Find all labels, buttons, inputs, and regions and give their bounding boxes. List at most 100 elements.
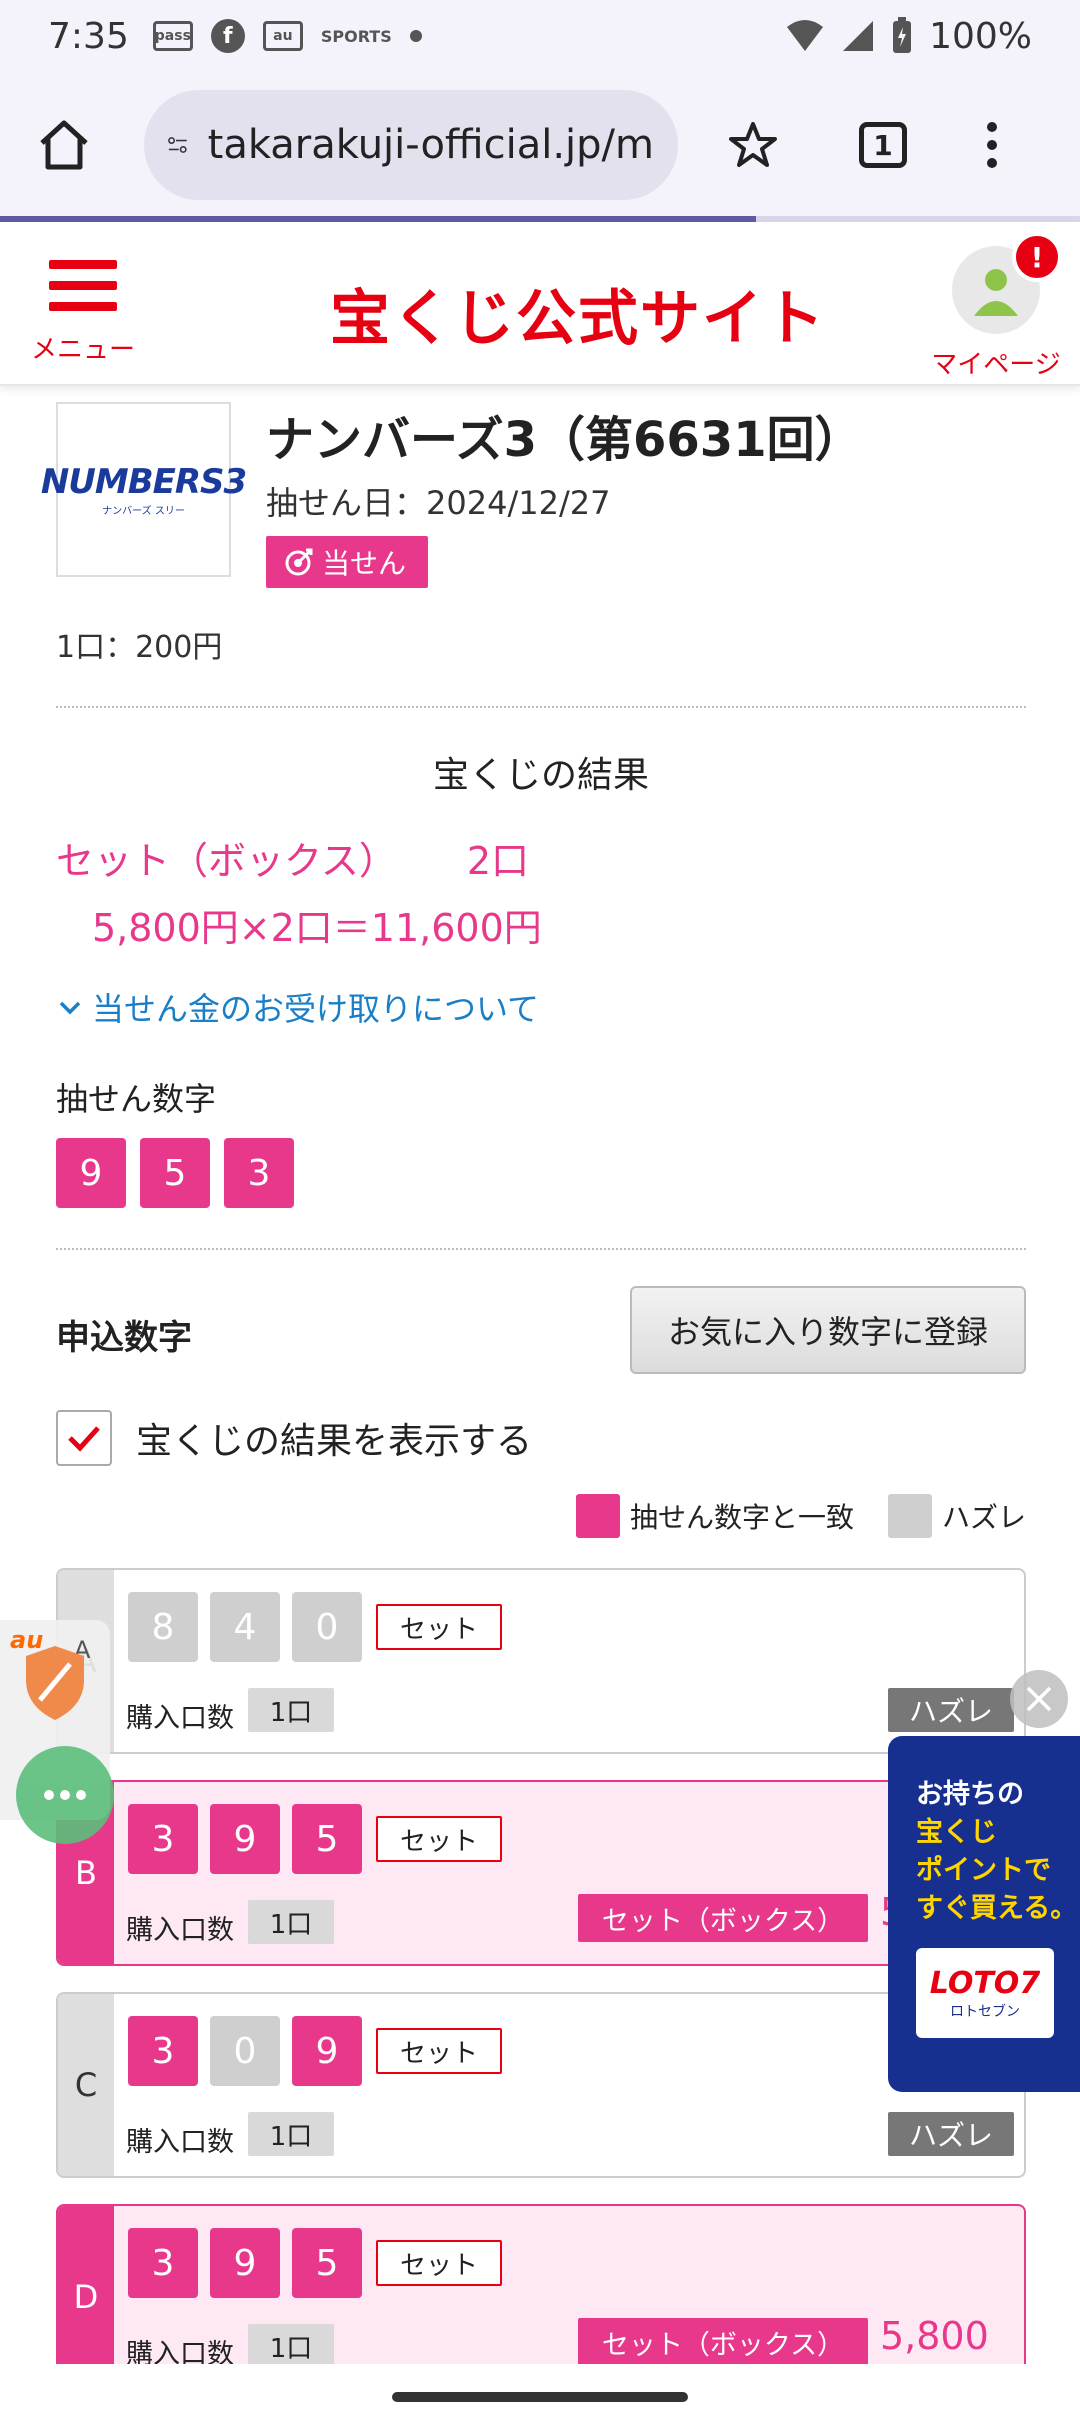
chevron-down-icon [59, 1001, 81, 1015]
result-win-badge: セット（ボックス） [578, 2318, 868, 2366]
result-total: 5,800円×2口＝11,600円 [92, 906, 542, 950]
ticket-number: 9 [210, 1804, 280, 1874]
loto7-ad-banner[interactable]: お持ちの 宝くじ ポイントで すぐ買える。 LOTO7 ロトセブン [888, 1736, 1080, 2092]
loto7-logo: LOTO7 ロトセブン [916, 1948, 1054, 2038]
lottery-logo-text: NUMBERS3 [40, 462, 247, 502]
chat-bubble-button[interactable] [16, 1746, 114, 1844]
avatar: ! [952, 232, 1062, 334]
result-prize-type: セット（ボックス） [56, 839, 397, 883]
result-summary: セット（ボックス） 2口 [56, 830, 1026, 885]
win-badge: 当せん [266, 536, 429, 588]
lottery-title: ナンバーズ3（第6631回） [266, 412, 863, 468]
ad-text-line: すぐ買える。 [916, 1893, 1078, 1924]
ticket-number: 0 [292, 1592, 362, 1662]
clock: 7:35 [48, 15, 129, 57]
notification-badge: ! [1012, 232, 1062, 282]
browser-toolbar: takarakuji-official.jp/m 1 [0, 72, 1080, 218]
chat-dot-icon [60, 1790, 70, 1800]
legend-miss-label: ハズレ [941, 1501, 1026, 1534]
legend-match-label: 抽せん数字と一致 [629, 1501, 854, 1534]
status-bar: 7:35 pass f au SPORTS 100% [0, 0, 1080, 72]
loto7-logo-subtext: ロトセブン [950, 2003, 1020, 2020]
mypage-button[interactable]: ! マイページ [926, 232, 1066, 381]
result-miss-badge: ハズレ [888, 1688, 1014, 1732]
hamburger-icon [49, 260, 117, 311]
apply-numbers-label: 申込数字 [56, 1318, 192, 1358]
main-content: NUMBERS3 ナンバーズ スリー ナンバーズ3（第6631回） 抽せん日：2… [41, 386, 1026, 2416]
draw-number: 5 [140, 1138, 210, 1208]
tab-switcher-button[interactable]: 1 [848, 110, 918, 180]
ticket-numbers: 8 4 0 [128, 1592, 362, 1662]
close-ad-button[interactable] [1010, 1670, 1068, 1728]
show-result-label: 宝くじの結果を表示する [136, 1421, 533, 1462]
lottery-logo: NUMBERS3 ナンバーズ スリー [41, 402, 247, 577]
facebook-icon: f [210, 19, 245, 53]
mypage-label: マイページ [931, 350, 1061, 380]
site-settings-icon[interactable] [168, 125, 188, 165]
ticket-number: 3 [128, 2016, 198, 2086]
sports-icon: SPORTS [320, 26, 392, 46]
bookmark-button[interactable] [718, 110, 788, 180]
ticket-number: 3 [128, 2228, 198, 2298]
ticket-row: D 3 9 5 セット 購入口数 1口 セット（ボックス） 5,800円 [56, 2204, 1026, 2390]
lottery-logo-subtext: ナンバーズ スリー [102, 506, 185, 517]
draw-numbers-label: 抽せん数字 [56, 1080, 217, 1118]
ticket-numbers: 3 0 9 [128, 2016, 362, 2086]
quantity-value: 1口 [248, 2324, 334, 2368]
ticket-number: 8 [128, 1592, 198, 1662]
chat-dot-icon [76, 1790, 86, 1800]
url-text: takarakuji-official.jp/m [207, 122, 654, 168]
pass-icon: pass [152, 21, 193, 51]
divider [56, 706, 1026, 708]
url-bar[interactable]: takarakuji-official.jp/m [144, 90, 678, 200]
more-menu-button[interactable] [972, 110, 1012, 180]
set-type-badge: セット [376, 1816, 502, 1862]
lottery-header: NUMBERS3 ナンバーズ スリー ナンバーズ3（第6631回） 抽せん日：2… [41, 386, 1026, 606]
ticket-number: 5 [292, 1804, 362, 1874]
ticket-row: B 3 9 5 セット 購入口数 1口 セット（ボックス） 5 [56, 1780, 1026, 1966]
draw-number: 3 [224, 1138, 294, 1208]
quantity-label: 購入口数 [126, 1703, 234, 1734]
quantity-value: 1口 [248, 1900, 334, 1944]
home-button[interactable] [24, 105, 104, 185]
home-gesture-bar[interactable] [392, 2392, 688, 2402]
show-result-checkbox[interactable] [56, 1410, 112, 1466]
more-dot-icon [987, 158, 997, 168]
menu-button[interactable]: メニュー [28, 260, 138, 366]
chat-dot-icon [44, 1790, 54, 1800]
set-type-badge: セット [376, 2240, 502, 2286]
quantity-label: 購入口数 [126, 2127, 234, 2158]
set-type-badge: セット [376, 2028, 502, 2074]
shield-icon [26, 1646, 84, 1720]
wifi-icon [787, 20, 824, 51]
target-icon [285, 548, 313, 576]
divider [56, 1248, 1026, 1250]
unit-price: 1口：200円 [56, 630, 223, 665]
legend: 抽せん数字と一致 ハズレ [56, 1494, 1026, 1538]
apply-numbers-header: 申込数字 お気に入り数字に登録 [56, 1286, 1026, 1376]
draw-numbers: 9 5 3 [56, 1138, 1026, 1208]
ticket-number: 3 [128, 1804, 198, 1874]
ticket-row: C 3 0 9 セット 購入口数 1口 ハズレ [56, 1992, 1026, 2178]
prize-claim-link[interactable]: 当せん金のお受け取りについて [56, 984, 1026, 1030]
ticket-number: 0 [210, 2016, 280, 2086]
site-header: メニュー 宝くじ公式サイト ! マイページ [0, 222, 1080, 386]
ticket-number: 4 [210, 1592, 280, 1662]
au-icon: au [262, 21, 303, 51]
battery-level: 100% [929, 15, 1032, 57]
ticket-numbers: 3 9 5 [128, 1804, 362, 1874]
site-logo[interactable]: 宝くじ公式サイト [330, 270, 826, 357]
quantity-value: 1口 [248, 1688, 334, 1732]
ticket-letter: C [58, 1994, 114, 2176]
result-win-badge: セット（ボックス） [578, 1894, 868, 1942]
home-icon [40, 120, 88, 170]
star-icon [729, 122, 777, 167]
ad-text-line: お持ちの [916, 1779, 1024, 1810]
ticket-letter: D [58, 2206, 114, 2388]
add-favorite-numbers-button[interactable]: お気に入り数字に登録 [630, 1286, 1026, 1374]
legend-match-swatch [575, 1494, 620, 1538]
draw-date: 抽せん日：2024/12/27 [266, 484, 611, 522]
show-result-toggle[interactable]: 宝くじの結果を表示する [56, 1410, 1026, 1466]
legend-miss-swatch [887, 1494, 932, 1538]
ticket-number: 9 [210, 2228, 280, 2298]
